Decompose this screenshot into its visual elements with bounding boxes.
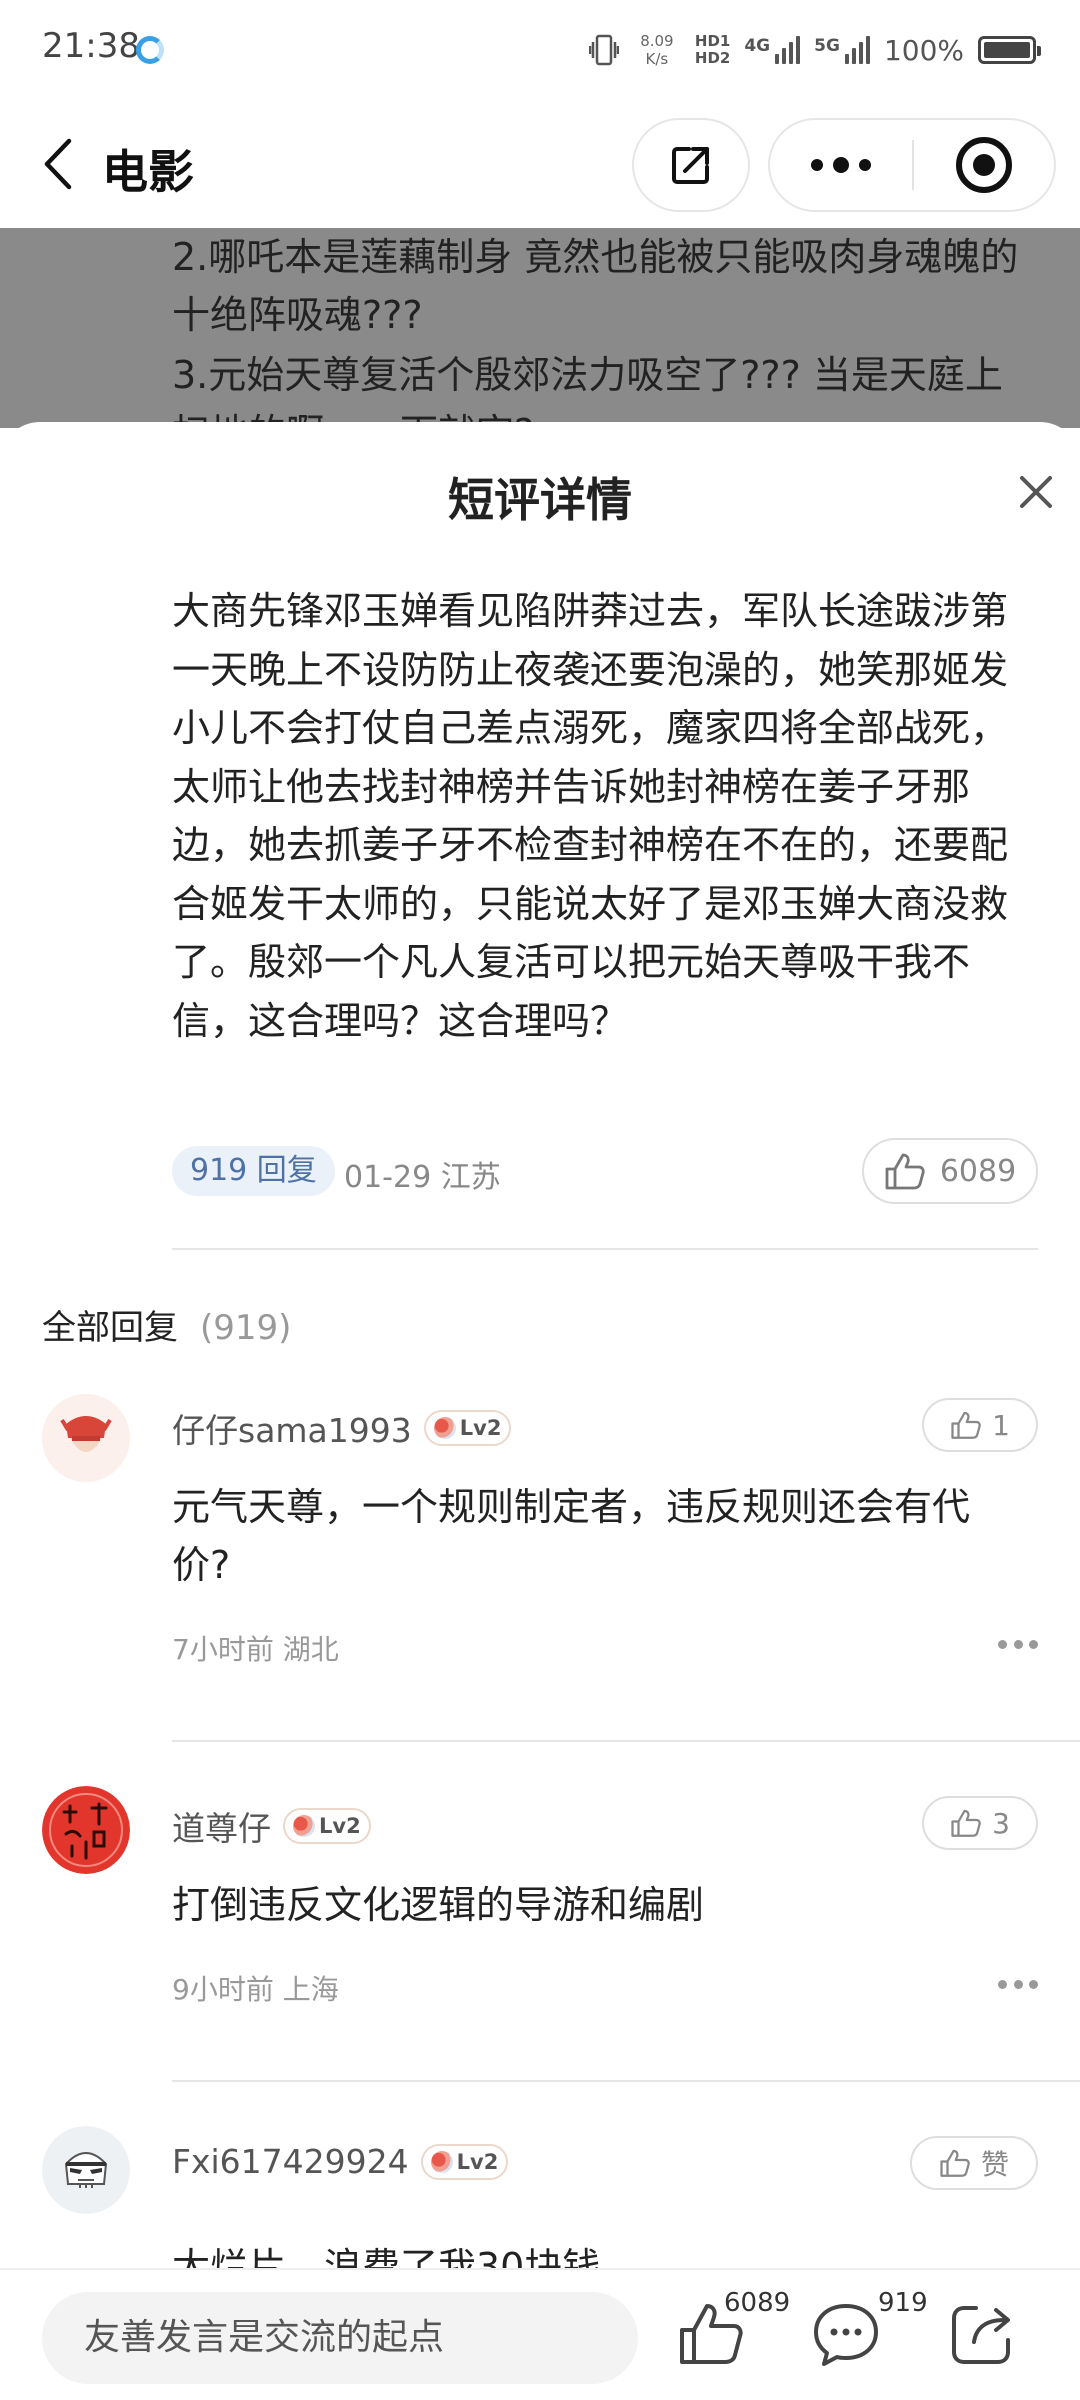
avatar[interactable] — [42, 1394, 130, 1482]
thumbs-up-icon — [885, 1153, 925, 1190]
net-speed-unit: K/s — [645, 50, 669, 68]
more-button[interactable] — [770, 120, 912, 210]
cartoon-avatar-icon — [42, 1394, 130, 1482]
more-dot-icon — [1013, 1980, 1023, 1989]
status-bar: 21:38 8.09 K/s HD1 HD2 4G 5G 100% — [0, 0, 1080, 100]
target-icon — [956, 137, 1012, 193]
calligraphy-avatar-icon — [42, 1786, 130, 1874]
battery-icon — [978, 36, 1041, 64]
avatar[interactable] — [42, 2126, 130, 2214]
reply-username[interactable]: Fxi617429924 Lv2 — [172, 2142, 509, 2181]
all-replies-label: 全部回复 — [42, 1308, 178, 1348]
all-replies-count: (919) — [200, 1308, 292, 1348]
reply-like-count: 3 — [992, 1806, 1010, 1840]
net-speed: 8.09 K/s — [633, 32, 681, 68]
net-speed-value: 8.09 — [640, 32, 674, 50]
reply-meta: 7小时前 湖北 — [172, 1633, 339, 1666]
divider — [172, 1248, 1038, 1250]
reply-count-badge[interactable]: 919 回复 — [172, 1146, 335, 1196]
hd-indicator: HD1 HD2 — [695, 33, 730, 67]
reply-like-button[interactable]: 3 — [922, 1796, 1038, 1850]
page-title: 电影 — [102, 145, 194, 199]
net2-label: 5G — [814, 36, 840, 56]
review-like-count: 6089 — [939, 1153, 1017, 1189]
net1-label: 4G — [744, 36, 771, 56]
level-text: Lv2 — [456, 2149, 499, 2174]
reply-like-button[interactable]: 1 — [922, 1398, 1038, 1452]
reply-like-count: 1 — [992, 1408, 1010, 1442]
level-icon — [430, 2150, 453, 2173]
level-text: Lv2 — [459, 1416, 502, 1440]
level-icon — [433, 1417, 456, 1439]
reply-like-label: 赞 — [980, 2148, 1009, 2181]
username-text: Fxi617429924 — [172, 2142, 409, 2181]
thumbs-up-icon — [951, 1809, 981, 1837]
level-badge: Lv2 — [423, 1410, 512, 1446]
level-badge: Lv2 — [420, 2143, 509, 2180]
reply-text: 元气天尊，一个规则制定者，违反规则还会有代价? — [172, 1485, 971, 1587]
like-count: 6089 — [724, 2288, 791, 2318]
divider — [172, 2080, 1080, 2082]
chevron-left-icon — [44, 138, 72, 190]
share-button[interactable] — [632, 118, 750, 212]
status-icons: 8.09 K/s HD1 HD2 4G 5G 100% — [588, 22, 1041, 78]
reply-username[interactable]: 道尊仔 Lv2 — [172, 1802, 371, 1850]
avatar[interactable] — [42, 1786, 130, 1874]
level-text: Lv2 — [319, 1814, 361, 1838]
background-text-line: 3.元始天尊复活个殷郊法力吸空了??? 当是天庭上扫地的啊，一下就空? — [172, 353, 1003, 428]
username-text: 仔仔sama1993 — [172, 1411, 412, 1450]
signal-5g-icon: 5G — [814, 36, 870, 64]
share-icon[interactable] — [946, 2298, 1018, 2370]
username-text: 道尊仔 — [172, 1809, 271, 1848]
review-body: 大商先锋邓玉婵看见陷阱莽过去，军队长途跋涉第一天晚上不设防防止夜袭还要泡澡的，她… — [172, 589, 1009, 1043]
status-time: 21:38 — [42, 26, 140, 66]
stormtrooper-avatar-icon — [42, 2126, 130, 2214]
background-overlay[interactable]: 2.哪吒本是莲藕制身 竟然也能被只能吸肉身魂魄的十绝阵吸魂??? 3.元始天尊复… — [0, 228, 1080, 428]
all-replies-header: 全部回复 (919) — [42, 1300, 291, 1349]
comment-count: 919 — [878, 2288, 928, 2318]
comment-button[interactable] — [810, 2298, 882, 2370]
more-dot-icon — [1013, 1640, 1023, 1649]
bottom-action-bar: 友善发言是交流的起点 6089 919 — [0, 2268, 1080, 2400]
divider — [172, 1740, 1080, 1742]
sheet-title: 短评详情 — [448, 473, 632, 527]
reply-more-button[interactable] — [998, 1640, 1038, 1652]
back-button[interactable] — [28, 130, 88, 198]
close-program-button[interactable] — [914, 120, 1054, 210]
reply-like-button[interactable]: 赞 — [910, 2136, 1038, 2190]
sync-icon — [136, 36, 164, 64]
nav-bar: 电影 — [0, 100, 1080, 228]
mini-program-capsule — [768, 118, 1056, 212]
background-text-line: 2.哪吒本是莲藕制身 竟然也能被只能吸肉身魂魄的十绝阵吸魂??? — [172, 235, 1019, 337]
hd1-label: HD1 — [694, 32, 731, 50]
more-dot-icon — [998, 1640, 1007, 1649]
more-dot-icon — [859, 159, 871, 171]
more-dot-icon — [833, 157, 849, 173]
reply-text: 打倒违反文化逻辑的导游和编剧 — [172, 1883, 705, 1927]
reply-username[interactable]: 仔仔sama1993 Lv2 — [172, 1404, 512, 1452]
comment-detail-sheet: 短评详情 大商先锋邓玉婵看见陷阱莽过去，军队长途跋涉第一天晚上不设防防止夜袭还要… — [0, 422, 1080, 2400]
signal-4g-icon: 4G — [744, 36, 801, 64]
share-icon — [672, 147, 709, 184]
close-icon[interactable] — [1014, 470, 1058, 514]
more-dot-icon — [1029, 1980, 1038, 1989]
vibrate-icon — [588, 34, 619, 66]
battery-percent: 100% — [883, 33, 964, 67]
level-icon — [293, 1815, 315, 1837]
level-badge: Lv2 — [283, 1808, 371, 1844]
more-dot-icon — [1029, 1640, 1038, 1649]
more-dot-icon — [811, 159, 823, 171]
hd2-label: HD2 — [694, 49, 731, 67]
reply-meta: 9小时前 上海 — [172, 1973, 339, 2006]
thumbs-up-icon — [940, 2149, 970, 2177]
comment-input[interactable]: 友善发言是交流的起点 — [42, 2292, 638, 2384]
more-dot-icon — [998, 1980, 1007, 1989]
thumbs-up-icon — [951, 1411, 981, 1439]
review-like-button[interactable]: 6089 — [862, 1138, 1038, 1204]
reply-more-button[interactable] — [998, 1980, 1038, 1992]
review-meta: 01-29 江苏 — [344, 1160, 501, 1195]
